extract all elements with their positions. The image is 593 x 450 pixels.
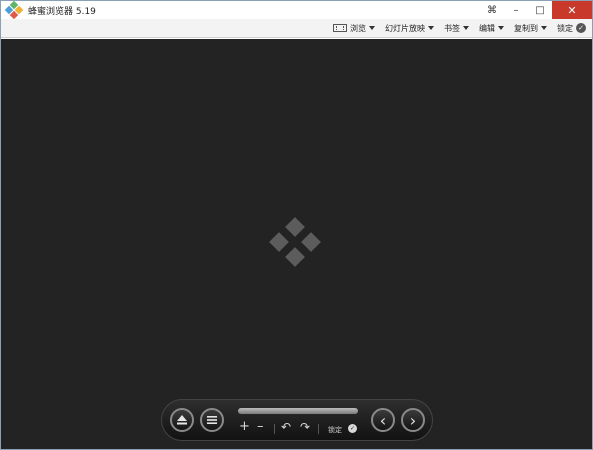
chevron-right-icon: › bbox=[409, 410, 417, 430]
menu-bar: 浏览 幻灯片放映 书签 编辑 复制到 锁定 ✓ bbox=[1, 19, 592, 38]
close-button[interactable]: ✕ bbox=[552, 1, 592, 19]
menu-copy-to-label: 复制到 bbox=[514, 23, 538, 33]
check-icon[interactable]: ✓ bbox=[348, 424, 357, 433]
window-controls: ⌘ – □ ✕ bbox=[480, 1, 592, 19]
window-title: 蜂蜜浏览器 5.19 bbox=[28, 6, 96, 17]
title-bar: 蜂蜜浏览器 5.19 ⌘ – □ ✕ bbox=[1, 1, 592, 20]
chevron-down-icon bbox=[369, 26, 375, 30]
chevron-left-icon: ‹ bbox=[379, 410, 387, 430]
chevron-down-icon bbox=[498, 26, 504, 30]
pin-button[interactable]: ⌘ bbox=[480, 1, 504, 19]
rotate-left-button[interactable]: ↶ bbox=[281, 421, 291, 434]
minimize-button[interactable]: – bbox=[504, 1, 528, 19]
divider bbox=[318, 424, 319, 434]
menu-bookmarks[interactable]: 书签 bbox=[444, 23, 469, 34]
eject-icon bbox=[177, 415, 187, 425]
app-window: 蜂蜜浏览器 5.19 ⌘ – □ ✕ 浏览 幻灯片放映 书签 编辑 复制到 锁定… bbox=[0, 0, 593, 450]
menu-edit-label: 编辑 bbox=[479, 23, 495, 33]
menu-lock-label: 锁定 bbox=[557, 23, 573, 33]
rotate-right-button[interactable]: ↷ bbox=[300, 421, 310, 434]
previous-button[interactable]: ‹ bbox=[371, 408, 395, 432]
menu-browse-label: 浏览 bbox=[350, 23, 366, 33]
playback-control-bar: + – ↶ ↷ 锁定 ✓ ‹ › bbox=[161, 399, 433, 441]
chevron-down-icon bbox=[428, 26, 434, 30]
menu-lock[interactable]: 锁定 ✓ bbox=[557, 23, 586, 34]
lock-toggle-label[interactable]: 锁定 bbox=[328, 425, 342, 435]
menu-copy-to[interactable]: 复制到 bbox=[514, 23, 547, 34]
app-placeholder-logo-icon bbox=[267, 217, 323, 270]
list-icon bbox=[207, 416, 217, 424]
menu-edit[interactable]: 编辑 bbox=[479, 23, 504, 34]
menu-browse[interactable]: 浏览 bbox=[333, 23, 375, 34]
divider bbox=[274, 424, 275, 434]
check-icon: ✓ bbox=[576, 23, 586, 33]
eject-button[interactable] bbox=[170, 408, 194, 432]
progress-slider[interactable] bbox=[238, 408, 358, 414]
zoom-in-button[interactable]: + bbox=[239, 420, 250, 433]
menu-bookmarks-label: 书签 bbox=[444, 23, 460, 33]
menu-slideshow[interactable]: 幻灯片放映 bbox=[385, 23, 434, 34]
maximize-button[interactable]: □ bbox=[528, 1, 552, 19]
browse-icon bbox=[333, 24, 347, 32]
menu-list-button[interactable] bbox=[200, 408, 224, 432]
app-logo-icon bbox=[4, 1, 24, 20]
chevron-down-icon bbox=[463, 26, 469, 30]
zoom-out-button[interactable]: – bbox=[257, 420, 264, 433]
image-viewer: + – ↶ ↷ 锁定 ✓ ‹ › bbox=[1, 39, 592, 449]
next-button[interactable]: › bbox=[401, 408, 425, 432]
menu-slideshow-label: 幻灯片放映 bbox=[385, 23, 425, 33]
chevron-down-icon bbox=[541, 26, 547, 30]
